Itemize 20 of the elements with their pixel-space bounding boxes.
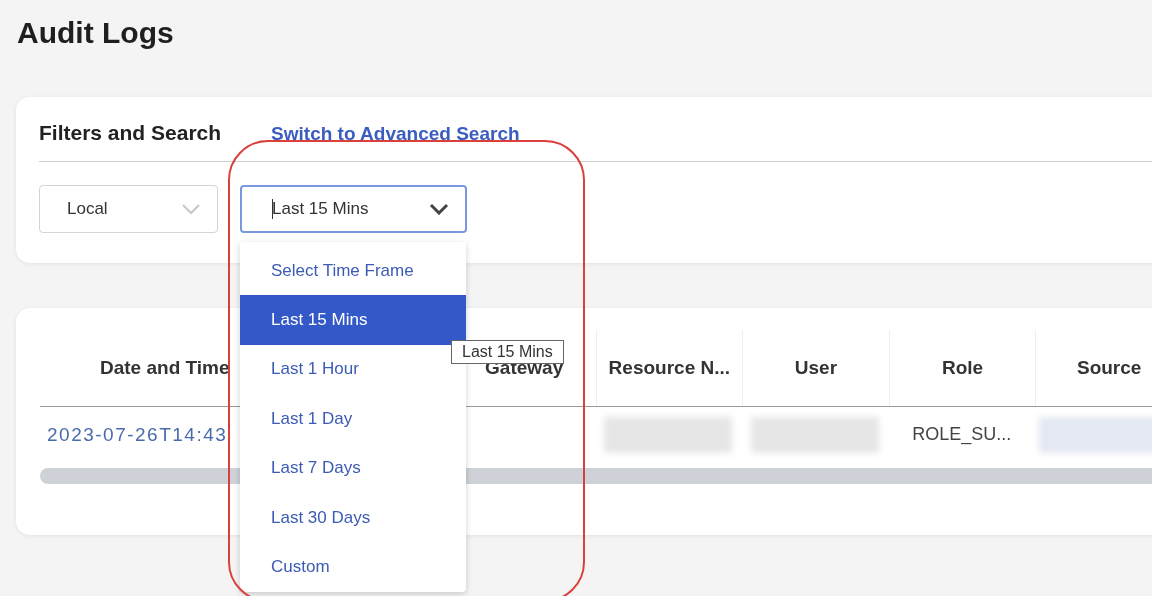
section-title: Filters and Search xyxy=(39,121,222,145)
menu-option[interactable]: Select Time Frame xyxy=(240,246,466,296)
menu-option[interactable]: Custom xyxy=(240,542,466,592)
tooltip: Last 15 Mins xyxy=(451,340,564,364)
menu-option[interactable]: Last 30 Days xyxy=(240,492,466,543)
page-title: Audit Logs xyxy=(16,15,175,51)
column-header[interactable]: User xyxy=(742,330,889,406)
column-header[interactable]: Resource N... xyxy=(595,330,743,406)
advanced-search-link[interactable]: Switch to Advanced Search xyxy=(271,123,520,145)
column-header[interactable]: Source xyxy=(1035,330,1152,406)
time-frame-select[interactable]: Last 15 Mins xyxy=(240,185,467,233)
timezone-select[interactable]: Local xyxy=(39,185,218,233)
timestamp-link[interactable]: 2023-07-26T14:43 xyxy=(47,423,228,446)
table-cell: ROLE_SU... xyxy=(912,424,1012,445)
selected-value: Last 15 Mins xyxy=(272,199,369,219)
column-header[interactable]: Role xyxy=(888,330,1036,406)
chevron-down-icon xyxy=(181,203,201,215)
menu-option[interactable]: Last 7 Days xyxy=(240,443,466,493)
chevron-down-icon xyxy=(429,203,449,215)
menu-option[interactable]: Last 15 Mins xyxy=(240,295,466,345)
